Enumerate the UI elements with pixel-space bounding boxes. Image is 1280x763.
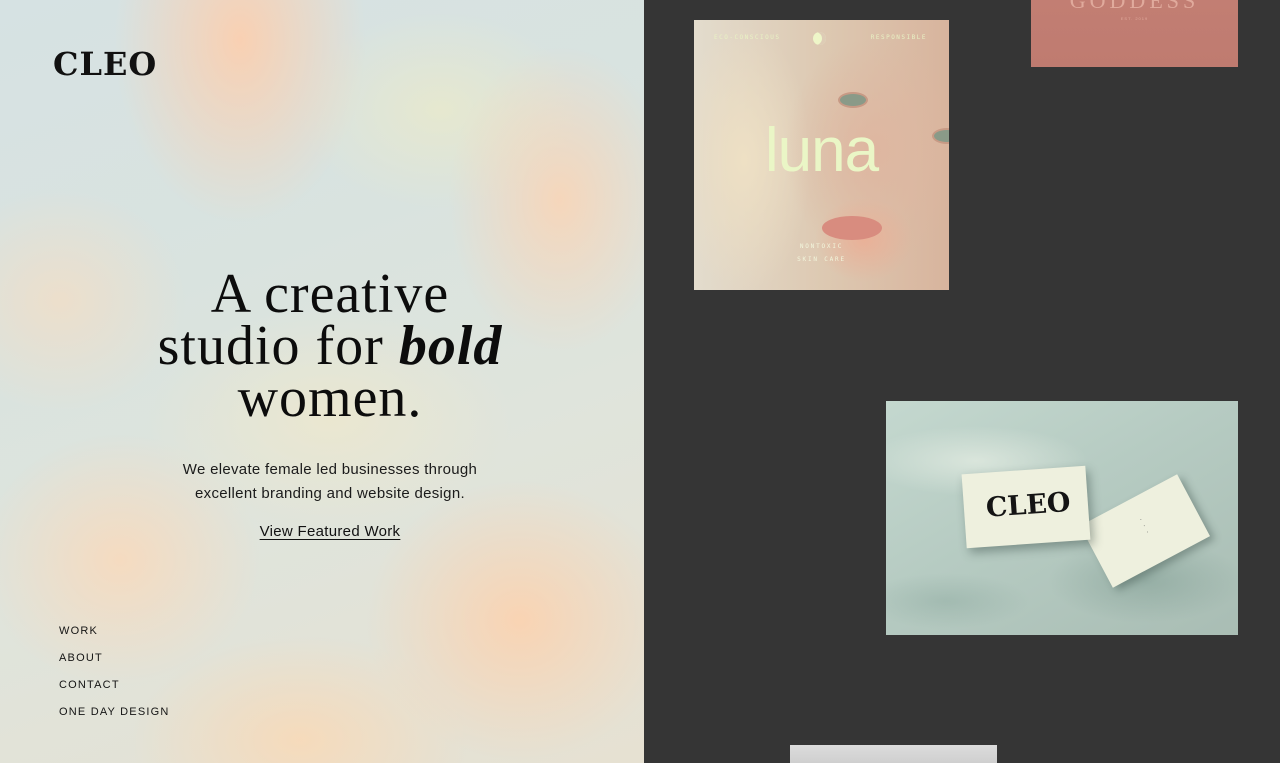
business-card-details: • • • — [1139, 517, 1150, 534]
luna-top-right: RESPONSIBLE — [870, 34, 927, 41]
luna-lips — [822, 216, 882, 240]
luna-tagline: NONTOXIC SKIN CARE — [694, 240, 949, 266]
luna-tag-line-1: NONTOXIC — [799, 243, 844, 250]
subtitle-line-2: excellent branding and website design. — [195, 485, 465, 502]
portfolio-card-bottom[interactable] — [790, 745, 997, 763]
nav-item-one-day-design[interactable]: ONE DAY DESIGN — [59, 705, 170, 732]
goddess-subtext: EST. 2019 — [1120, 16, 1149, 21]
nav-item-contact[interactable]: CONTACT — [59, 678, 170, 705]
hero-headline: A creative studio for bold women. — [60, 263, 600, 429]
luna-top-left: ECO-CONSCIOUS — [714, 34, 781, 41]
portfolio-card-luna[interactable]: ECO-CONSCIOUS RESPONSIBLE luna NONTOXIC … — [694, 20, 949, 290]
business-card-front: CLEO — [961, 465, 1091, 549]
hero-subtitle: We elevate female led businesses through… — [130, 458, 530, 506]
luna-tag-line-2: SKIN CARE — [797, 256, 846, 263]
portfolio-card-goddess[interactable]: GODDESS EST. 2019 — [1031, 0, 1238, 67]
goddess-wordmark: GODDESS — [1069, 0, 1200, 13]
headline-line-2: studio for bold — [60, 318, 600, 374]
luna-eye-left — [838, 92, 868, 108]
main-nav: WORK ABOUT CONTACT ONE DAY DESIGN — [59, 624, 170, 732]
headline-line-3: women. — [237, 367, 423, 429]
nav-item-about[interactable]: ABOUT — [59, 651, 170, 678]
hero-panel: CLEO A creative studio for bold women. W… — [0, 0, 644, 763]
moon-icon — [813, 32, 826, 45]
luna-wordmark: luna — [764, 116, 879, 185]
subtitle-line-1: We elevate female led businesses through — [182, 461, 478, 478]
cleo-logo[interactable]: CLEO — [53, 48, 157, 80]
view-featured-work-link[interactable]: View Featured Work — [230, 523, 430, 540]
business-card-logo: CLEO — [984, 486, 1072, 524]
nav-item-work[interactable]: WORK — [59, 624, 170, 651]
headline-line-1: A creative — [210, 263, 450, 325]
